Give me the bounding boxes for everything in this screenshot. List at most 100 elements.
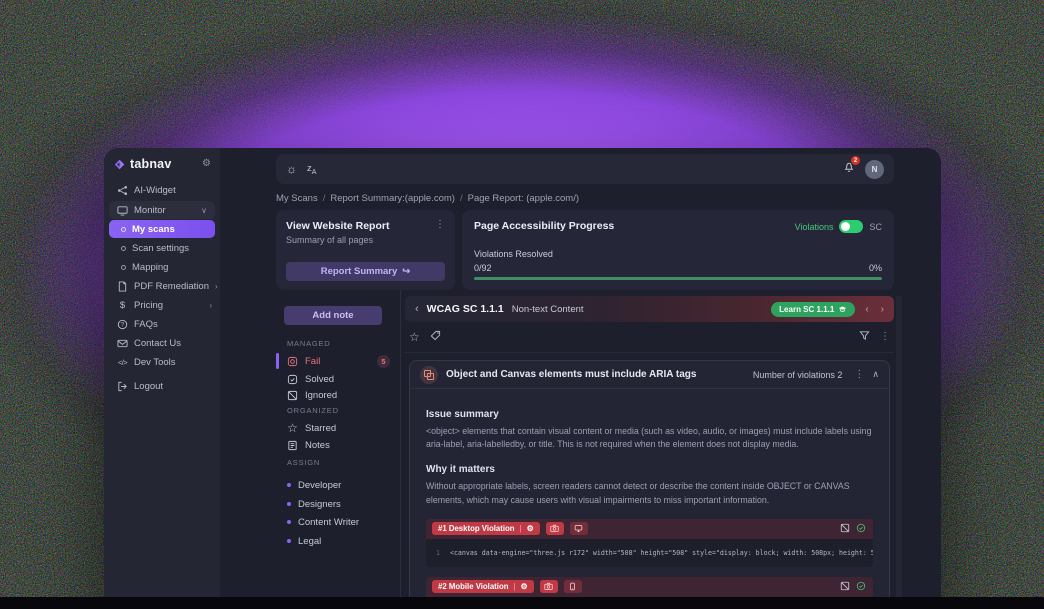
fail-count-badge: 5 [377,355,390,368]
section-label-organized: ORGANIZED [287,406,339,415]
kebab-menu-icon[interactable]: ⋮ [854,370,864,380]
gear-icon: ⚙ [527,524,534,533]
sidebar-item-logout[interactable]: Logout [104,377,220,396]
notifications-button[interactable]: 2 [843,160,855,178]
question-circle-icon: ? [117,319,128,330]
sidebar-item-ai-widget[interactable]: AI-Widget [104,181,220,200]
kebab-menu-icon[interactable]: ⋮ [435,220,445,230]
violations-resolved-label: Violations Resolved [474,249,882,259]
ignore-violation-button[interactable] [840,578,850,596]
prev-sc-button[interactable]: ‹ [863,304,870,315]
resolve-violation-button[interactable] [856,578,866,596]
filter-item-starred[interactable]: ☆ Starred [276,419,400,437]
theme-brightness-icon[interactable]: ☼ [286,162,297,176]
issue-title: Object and Canvas elements must include … [446,369,745,380]
add-note-button[interactable]: Add note [284,306,382,325]
learn-sc-button[interactable]: Learn SC 1.1.1 [771,302,855,317]
sidebar-item-pdf-remediation[interactable]: PDF Remediation › [104,277,220,296]
breadcrumb-page-report[interactable]: Page Report: (apple.com/) [468,193,579,204]
scrollbar[interactable] [896,296,902,609]
issue-manage-panel: Add note MANAGED Fail 5 Solved Ignored O… [276,290,400,609]
code-brackets-icon: </> [117,357,128,368]
sc-title: WCAG SC 1.1.1 [427,303,504,315]
sidebar-item-contact-us[interactable]: Contact Us [104,334,220,353]
sidebar-item-dev-tools[interactable]: </> Dev Tools [104,353,220,372]
violations-sc-toggle[interactable] [839,220,863,233]
section-label-assign: ASSIGN [287,458,320,467]
sidebar-item-my-scans[interactable]: My scans [109,220,215,238]
violation-badge[interactable]: #1 Desktop Violation | ⚙ [432,522,540,535]
screenshot-button[interactable] [540,580,558,593]
back-chevron-icon[interactable]: ‹ [415,303,419,315]
report-summary-button[interactable]: Report Summary ↪ [286,262,445,281]
bullet-icon [287,520,291,524]
solved-check-icon [287,374,298,385]
assign-item-content-writer[interactable]: Content Writer [276,513,400,531]
section-label-managed: MANAGED [287,339,331,348]
chevron-right-icon: › [209,301,212,310]
sidebar-item-scan-settings[interactable]: Scan settings [104,239,220,258]
image-off-icon [840,523,850,533]
violations-toggle-label[interactable]: Violations [795,222,834,232]
card-title: View Website Report [286,220,435,232]
view-website-report-card: View Website Report ⋮ Summary of all pag… [276,210,455,290]
sc-toggle-label[interactable]: SC [869,222,882,232]
user-avatar[interactable]: N [865,160,884,179]
assign-item-designers[interactable]: Designers [276,495,400,513]
assign-item-developer[interactable]: Developer [276,476,400,494]
sidebar-item-faqs[interactable]: ? FAQs [104,315,220,334]
sc-subtitle: Non-text Content [512,304,584,315]
breadcrumb-report-summary[interactable]: Report Summary:(apple.com) [330,193,455,204]
graduation-cap-icon [838,305,847,314]
filter-item-fail[interactable]: Fail 5 [276,352,400,370]
violation-badge[interactable]: #2 Mobile Violation | ⚙ [432,580,534,593]
sidebar-settings-icon[interactable]: ⚙ [202,159,211,169]
vertical-divider [400,290,401,609]
filter-icon[interactable] [859,328,870,346]
page-background: tabnav ⚙ AI-Widget Monitor ∨ My scans [0,0,1044,609]
accessibility-progress-card: Page Accessibility Progress Violations S… [462,210,894,290]
violations-resolved-ratio: 0/92 [474,263,492,273]
bullet-icon [287,483,291,487]
mobile-icon [568,582,577,591]
violations-resolved-percent: 0% [869,263,882,273]
ignore-violation-button[interactable] [840,520,850,538]
envelope-icon [117,338,128,349]
fail-record-icon [287,356,298,367]
sidebar-item-mapping[interactable]: Mapping [104,258,220,277]
violation-code-block[interactable]: 1 <canvas data-engine="three.js r172" wi… [426,539,873,567]
assign-item-legal[interactable]: Legal [276,532,400,550]
filter-item-notes[interactable]: Notes [276,436,400,454]
desktop-icon [574,524,583,533]
sidebar-item-pricing[interactable]: $ Pricing › [104,296,220,315]
dollar-icon: $ [117,300,128,311]
issue-accordion-header[interactable]: Object and Canvas elements must include … [410,361,889,389]
breadcrumb: My Scans / Report Summary:(apple.com) / … [276,193,579,204]
issue-summary-heading: Issue summary [426,409,873,420]
star-icon[interactable]: ☆ [409,330,420,344]
object-elements-icon [420,366,438,384]
topbar: ☼ zA 2 N [276,154,894,184]
ignored-slash-icon [287,390,298,401]
desktop-view-button[interactable] [570,522,588,535]
mobile-view-button[interactable] [564,580,582,593]
why-it-matters-text: Without appropriate labels, screen reade… [426,480,873,506]
sidebar-item-monitor[interactable]: Monitor ∨ [109,201,215,219]
kebab-menu-icon[interactable]: ⋮ [880,332,890,342]
tag-icon[interactable] [430,328,441,346]
image-off-icon [840,581,850,591]
sc-toolbar: ☆ ⋮ [409,328,890,346]
language-switch-icon[interactable]: zA [307,163,316,176]
next-sc-button[interactable]: › [879,304,886,315]
toggle-knob [841,222,850,231]
progress-bar [474,277,882,280]
camera-icon [550,524,559,533]
check-circle-icon [856,523,866,533]
bullet-icon [121,265,126,270]
chevron-up-icon[interactable]: ∧ [872,369,879,380]
filter-item-ignored[interactable]: Ignored [276,386,400,404]
screenshot-button[interactable] [546,522,564,535]
violation-header: #1 Desktop Violation | ⚙ [426,519,873,539]
breadcrumb-my-scans[interactable]: My Scans [276,193,318,204]
resolve-violation-button[interactable] [856,520,866,538]
